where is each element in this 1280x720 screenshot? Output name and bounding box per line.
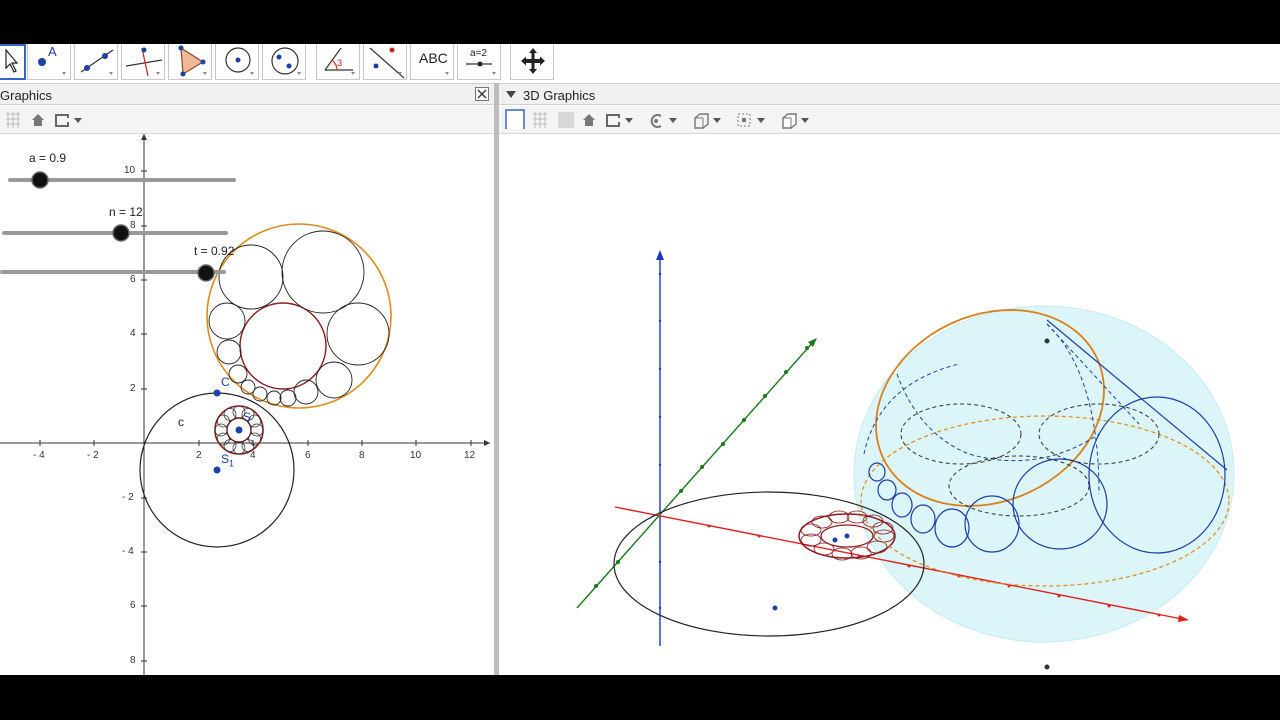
circle-tool-button[interactable] [215, 44, 259, 80]
ellipse-tool-button[interactable] [262, 44, 306, 80]
3d-graphics-title: 3D Graphics [523, 88, 596, 103]
close-icon[interactable] [475, 87, 489, 101]
slider-icon: a=2 [466, 48, 496, 75]
point-s1-label: S1 [221, 452, 235, 469]
y-tick: 6 [130, 600, 136, 611]
circle-icon [225, 47, 254, 75]
point-s-3d [844, 533, 850, 539]
graphics-style-bar [0, 106, 494, 134]
move-arrows-icon [521, 48, 545, 74]
text-icon: ABC [419, 50, 449, 75]
y-tick: 10 [124, 165, 136, 176]
polygon-tool-button[interactable] [168, 44, 212, 80]
slider-t[interactable] [0, 264, 226, 282]
point-c-3d [832, 537, 838, 543]
point-capturing-icon[interactable] [54, 110, 86, 130]
x-tick: 6 [305, 450, 311, 461]
y-tick: 6 [130, 274, 136, 285]
svg-text:ABC: ABC [419, 50, 448, 66]
svg-text:a=2: a=2 [470, 48, 487, 59]
y-tick: 4 [130, 328, 136, 339]
point-c[interactable] [213, 389, 221, 397]
3d-canvas[interactable] [499, 134, 1280, 675]
y-tick: - 2 [122, 492, 134, 503]
axes-toggle-icon[interactable] [505, 109, 525, 129]
projection-icon[interactable] [779, 110, 813, 130]
line-tool-button[interactable] [74, 44, 118, 80]
triangle-down-icon[interactable] [506, 91, 516, 99]
y-tick: 8 [130, 655, 136, 666]
point-c-label: C [221, 375, 230, 389]
move-view-tool-button[interactable] [510, 44, 554, 80]
3d-graphics-panel-header: 3D Graphics [499, 83, 1280, 105]
line-icon [80, 49, 114, 75]
move-tool-button[interactable] [0, 44, 26, 80]
text-tool-button[interactable]: ABC [410, 44, 454, 80]
x-tick: 10 [410, 450, 422, 461]
x-tick: - 4 [33, 450, 45, 461]
y-tick: 2 [130, 383, 136, 394]
perpendicular-line-icon [125, 47, 163, 77]
graphics-view-2d[interactable]: a = 0.9 n = 12 t = 0.92 C c S S1 - 4 - 2… [0, 134, 494, 675]
polygon-icon [178, 45, 207, 77]
x-tick: 4 [250, 450, 256, 461]
grid-icon[interactable] [4, 110, 20, 130]
y-tick: 8 [130, 220, 136, 231]
perpendicular-tool-button[interactable] [121, 44, 165, 80]
geogebra-app: A 3 ABC a=2 Graphics 3D Graphics a = 0.9… [0, 44, 1280, 675]
graphics-view-3d[interactable] [499, 134, 1280, 675]
rotate-view-icon[interactable] [647, 110, 681, 130]
point-s-label: S [243, 410, 252, 424]
point-capturing-icon[interactable] [605, 110, 637, 130]
x-tick: 12 [464, 450, 476, 461]
svg-text:A: A [48, 44, 57, 59]
y-axis-3d [576, 339, 816, 609]
slider-n-label: n = 12 [109, 205, 143, 219]
point-s1[interactable] [213, 466, 221, 474]
slider-t-label: t = 0.92 [194, 244, 235, 258]
home-icon[interactable] [581, 110, 597, 130]
x-tick: 8 [359, 450, 365, 461]
x-tick: 2 [196, 450, 202, 461]
grid-icon[interactable] [531, 110, 549, 130]
3d-style-bar [499, 106, 1280, 134]
slider-tool-button[interactable]: a=2 [457, 44, 501, 80]
point-icon: A [38, 44, 66, 75]
svg-text:3: 3 [337, 58, 342, 68]
slider-a-label: a = 0.9 [29, 151, 67, 165]
bottom-point [1044, 664, 1050, 670]
point-tool-button[interactable]: A [27, 44, 71, 80]
graphics-panel-header: Graphics [0, 83, 494, 105]
reflect-tool-button[interactable] [363, 44, 407, 80]
angle-icon: 3 [324, 47, 355, 75]
toolbar: A 3 ABC a=2 [0, 44, 1280, 81]
clipping-icon[interactable] [735, 110, 769, 130]
circle-c-label: c [178, 415, 184, 429]
graphics-canvas[interactable] [0, 134, 494, 675]
graphics-title: Graphics [0, 88, 53, 103]
plane-icon[interactable] [557, 110, 575, 130]
point-s1-3d [772, 605, 778, 611]
point-s[interactable] [235, 426, 243, 434]
conic-icon [271, 47, 301, 75]
y-tick: - 4 [122, 546, 134, 557]
steiner-chain [206, 223, 392, 409]
view-direction-icon[interactable] [691, 110, 725, 130]
x-tick: - 2 [87, 450, 99, 461]
slider-n[interactable] [2, 224, 228, 242]
slider-a[interactable] [8, 171, 236, 189]
angle-tool-button[interactable]: 3 [316, 44, 360, 80]
top-point [1044, 338, 1050, 344]
home-icon[interactable] [30, 110, 46, 130]
reflect-icon [369, 47, 405, 79]
